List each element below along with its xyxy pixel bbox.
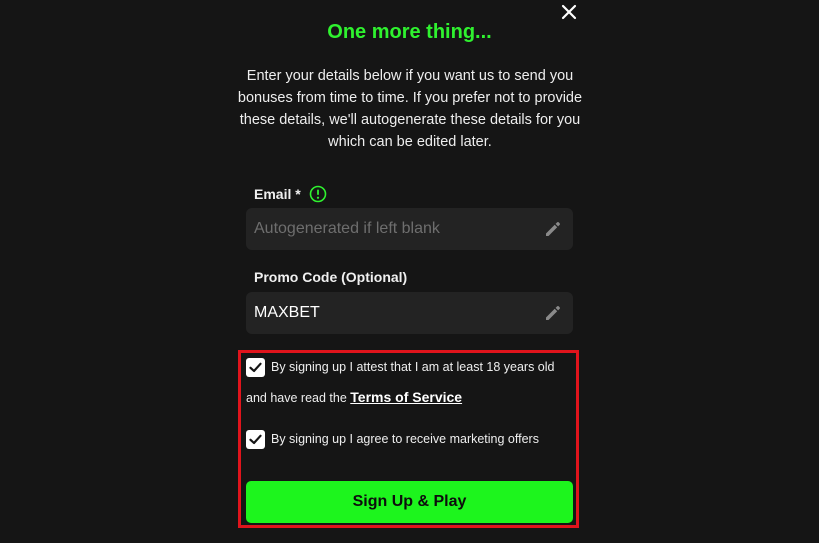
checkmark-icon: [249, 434, 262, 445]
email-label: Email *: [254, 186, 301, 202]
close-icon: [561, 4, 577, 20]
info-circle-icon[interactable]: [309, 185, 327, 203]
marketing-consent-text: By signing up I agree to receive marketi…: [271, 432, 539, 446]
pencil-icon: [546, 222, 560, 236]
sign-up-play-button[interactable]: Sign Up & Play: [246, 481, 573, 523]
promo-code-label: Promo Code (Optional): [254, 269, 408, 285]
email-field[interactable]: [254, 220, 543, 238]
age-consent-text-prefix: and have read the: [246, 391, 347, 405]
dialog-title: One more thing...: [327, 21, 492, 43]
email-field-container: [246, 208, 573, 250]
age-consent-text-line2: and have read the Terms of Service: [246, 389, 462, 405]
marketing-consent-checkbox[interactable]: [246, 430, 265, 449]
promo-code-field[interactable]: [254, 304, 543, 322]
terms-of-service-link[interactable]: Terms of Service: [350, 389, 462, 405]
promo-field-container: [246, 292, 573, 334]
age-consent-checkbox[interactable]: [246, 358, 265, 377]
dialog-description: Enter your details below if you want us …: [237, 68, 583, 150]
checkmark-icon: [249, 362, 262, 373]
age-consent-text-line1: By signing up I attest that I am at leas…: [271, 360, 555, 374]
pencil-icon: [546, 306, 560, 320]
promo-edit-button[interactable]: [543, 303, 563, 323]
email-label-row: Email *: [254, 185, 327, 203]
email-edit-button[interactable]: [543, 219, 563, 239]
